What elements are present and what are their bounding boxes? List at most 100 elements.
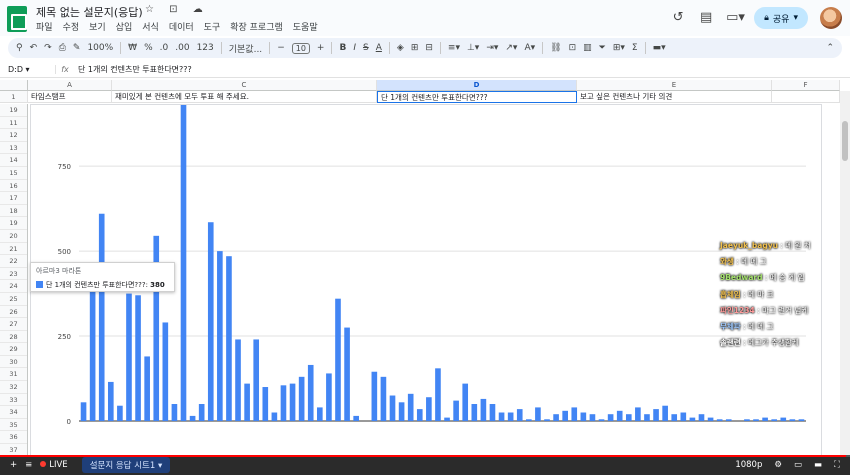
row-header[interactable]: 16 [0,180,27,193]
chart-bar[interactable] [171,404,178,421]
chart-bar[interactable] [126,293,132,421]
zoom-select[interactable]: 100% [87,43,113,53]
row-header[interactable]: 20 [0,230,27,243]
chart-bar[interactable] [780,417,787,421]
chart-bar[interactable] [789,419,796,421]
chart-bar[interactable] [798,419,805,421]
row-header[interactable]: 26 [0,306,27,319]
chart-bar[interactable] [598,419,605,421]
column-header-c[interactable]: C [112,80,377,91]
row-header[interactable]: 35 [0,419,27,432]
row-header[interactable]: 22 [0,255,27,268]
menu-edit[interactable]: 수정 [63,20,80,33]
row-header[interactable]: 32 [0,381,27,394]
cell-f1[interactable] [772,91,840,103]
chart-bar[interactable] [553,414,559,421]
row-header[interactable]: 15 [0,167,27,180]
column-header-f[interactable]: F [772,80,840,91]
italic-button[interactable]: I [353,43,356,53]
row-header[interactable]: 12 [0,129,27,142]
row-header[interactable]: 33 [0,394,27,407]
row-header[interactable]: 18 [0,205,27,218]
cell-e1[interactable]: 보고 싶은 컨텐츠나 기타 의견 [577,91,772,103]
row-header[interactable]: 13 [0,142,27,155]
fullscreen-icon[interactable]: ⛶ [834,460,840,470]
chart-bar[interactable] [526,419,532,421]
row-header[interactable]: 31 [0,368,27,382]
redo-icon[interactable]: ↷ [44,43,52,53]
chart-bar[interactable] [462,383,469,421]
chart-bar[interactable] [107,381,114,421]
add-sheet-button[interactable]: + [10,460,17,470]
chart-bar[interactable] [226,256,232,421]
formula-input[interactable]: 단 1개의 컨텐츠만 투표한다면??? [74,64,192,75]
bold-button[interactable]: B [339,43,346,53]
chart-bar[interactable] [344,327,350,421]
align-vertical-icon[interactable]: ⊥▾ [467,43,479,53]
column-header-d[interactable]: D [377,80,577,91]
chart-bar[interactable] [507,412,514,421]
chart-bar[interactable] [244,383,250,421]
chart-bar[interactable] [335,298,341,421]
fill-color-icon[interactable]: ◈ [397,43,404,53]
chart-bar[interactable] [744,419,750,421]
chart-bar[interactable] [471,404,478,421]
chart-icon[interactable]: ▥ [583,43,592,53]
avatar[interactable] [820,7,842,29]
decrease-decimal-button[interactable]: .0 [160,43,169,53]
chart-bar[interactable] [162,322,169,421]
video-icon[interactable]: ▭▾ [726,10,745,26]
increase-decimal-button[interactable]: .00 [175,43,189,53]
chart-bar[interactable] [198,404,205,421]
row-header[interactable]: 34 [0,406,27,419]
chart-bar[interactable] [580,412,587,421]
chart-bar[interactable] [389,395,396,421]
chart-bar[interactable] [289,383,296,421]
row-header[interactable]: 23 [0,268,27,281]
chart-bar[interactable] [262,387,269,421]
row-header[interactable]: 30 [0,356,27,369]
chart-bar[interactable] [589,414,596,421]
title-action-icons[interactable]: ☆ ⊡ ☁ [145,4,209,15]
chart-bar[interactable] [662,405,668,421]
row-header[interactable]: 1 [0,91,28,103]
chart-bar[interactable] [117,405,123,421]
chart-bar[interactable] [489,404,496,421]
percent-button[interactable]: % [144,43,153,53]
chart-bar[interactable] [444,417,450,421]
miniplayer-icon[interactable]: ▭ [794,460,802,470]
row-header[interactable]: 36 [0,431,27,445]
text-wrap-icon[interactable]: ⇥▾ [486,43,498,53]
chart-bar[interactable] [426,397,432,421]
menu-file[interactable]: 파일 [36,20,53,33]
scrollbar-thumb[interactable] [842,121,848,161]
chart-bar[interactable] [135,295,141,421]
number-format-button[interactable]: 123 [197,43,214,53]
chart-bar[interactable] [317,407,323,421]
comment-icon[interactable]: ▤ [698,10,714,26]
undo-icon[interactable]: ↶ [30,43,38,53]
theater-icon[interactable]: ▬ [814,460,822,470]
align-horizontal-icon[interactable]: ≡▾ [448,43,460,53]
vertical-scrollbar[interactable] [840,91,850,461]
menu-extensions[interactable]: 확장 프로그램 [230,20,283,33]
share-button[interactable]: 🔒︎ 공유 ▾ [754,7,808,29]
chart-bar[interactable] [98,213,105,421]
chart-bar[interactable] [416,409,423,421]
chart-bar[interactable] [189,415,196,421]
chart-bar[interactable] [207,222,214,421]
menu-data[interactable]: 데이터 [169,20,194,33]
name-box[interactable]: D:D ▾ [0,65,56,74]
filter-icon[interactable]: ⏷ [599,43,606,53]
chart-bar[interactable] [235,339,241,421]
font-size-decrease-button[interactable]: − [277,43,285,53]
chart-bar[interactable] [571,407,578,421]
text-rotate-icon[interactable]: ↗▾ [505,43,517,53]
chart-bar[interactable] [535,407,541,421]
menu-format[interactable]: 서식 [142,20,159,33]
text-color-button[interactable]: A [376,43,382,53]
cell-d1[interactable]: 단 1개의 컨텐츠만 투표한다면??? [377,91,577,103]
row-header[interactable]: 19 [0,217,27,230]
chart-bar[interactable] [280,385,287,421]
select-all-corner[interactable] [0,80,28,91]
